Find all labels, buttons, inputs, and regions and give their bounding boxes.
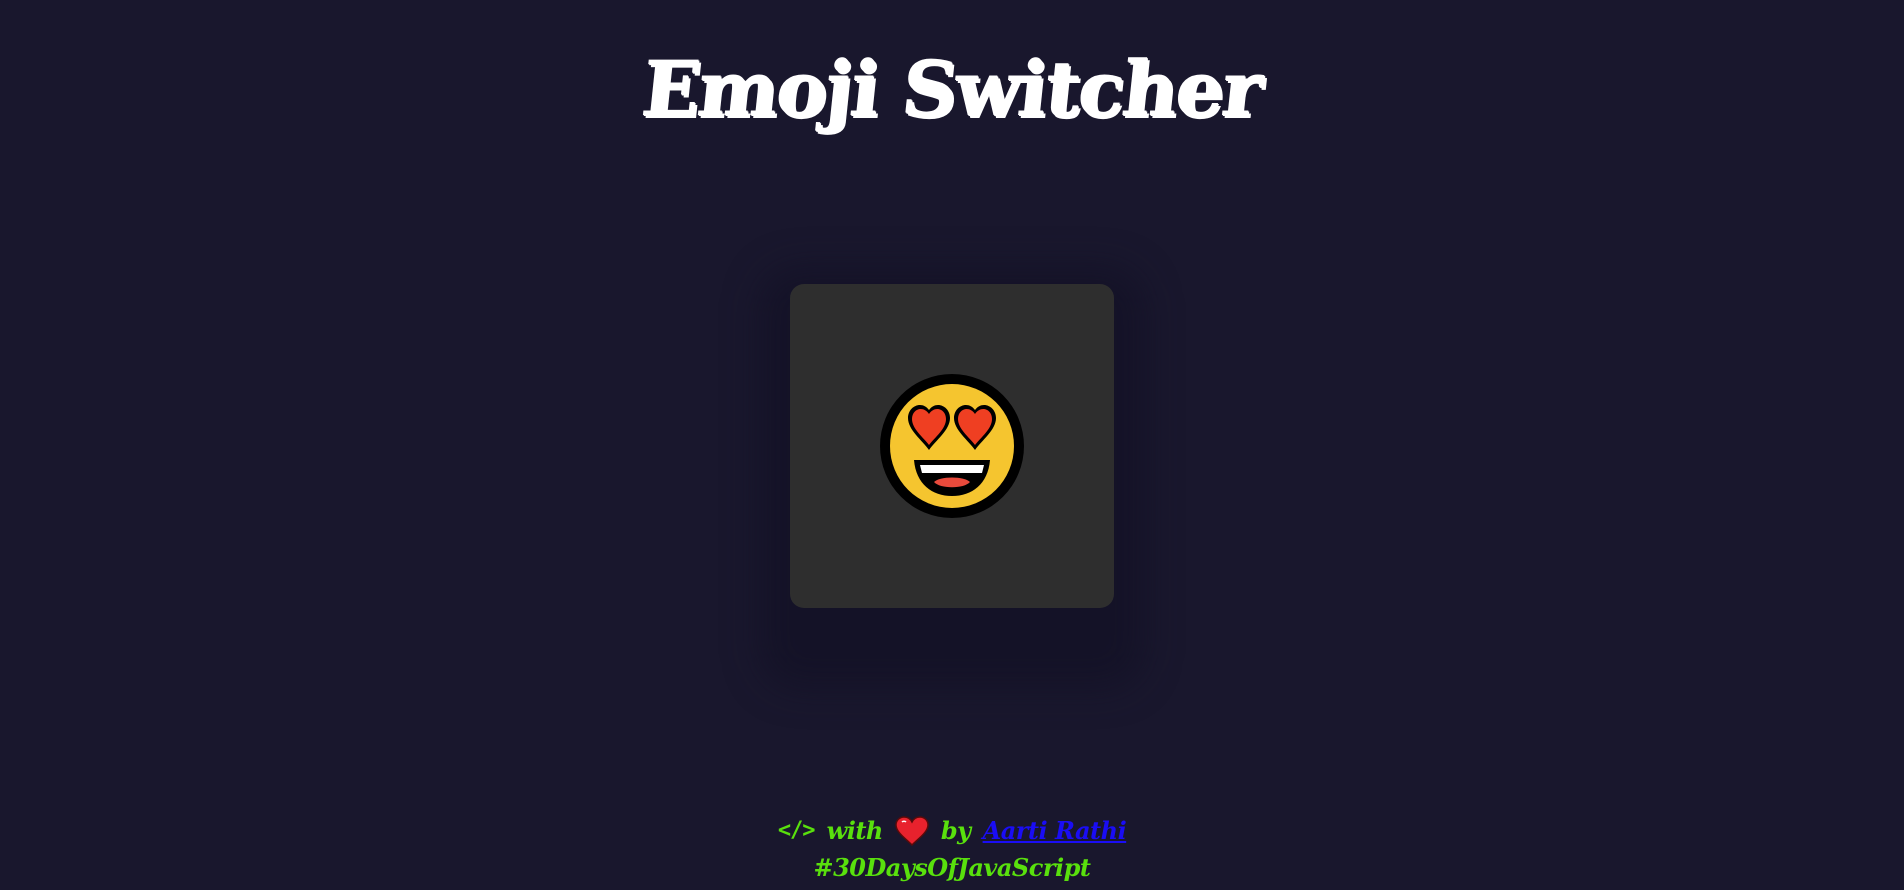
footer-credit-line: </> with by Aarti Rathi [0,812,1904,849]
code-icon: </> [777,818,816,843]
author-link[interactable]: Aarti Rathi [983,812,1127,849]
footer-hashtag: #30DaysOfJavaScript [813,853,1091,882]
footer-with-text: with [826,816,884,845]
page: Emoji Switcher </> with by Aarti Rathi #… [0,0,1904,890]
footer-by-text: by [940,816,971,845]
smiling-face-with-heart-eyes-icon[interactable] [878,372,1026,520]
page-title: Emoji Switcher [638,45,1266,134]
emoji-card[interactable] [790,284,1114,608]
red-heart-icon [895,815,929,846]
footer: </> with by Aarti Rathi #30DaysOfJavaScr… [0,812,1904,886]
